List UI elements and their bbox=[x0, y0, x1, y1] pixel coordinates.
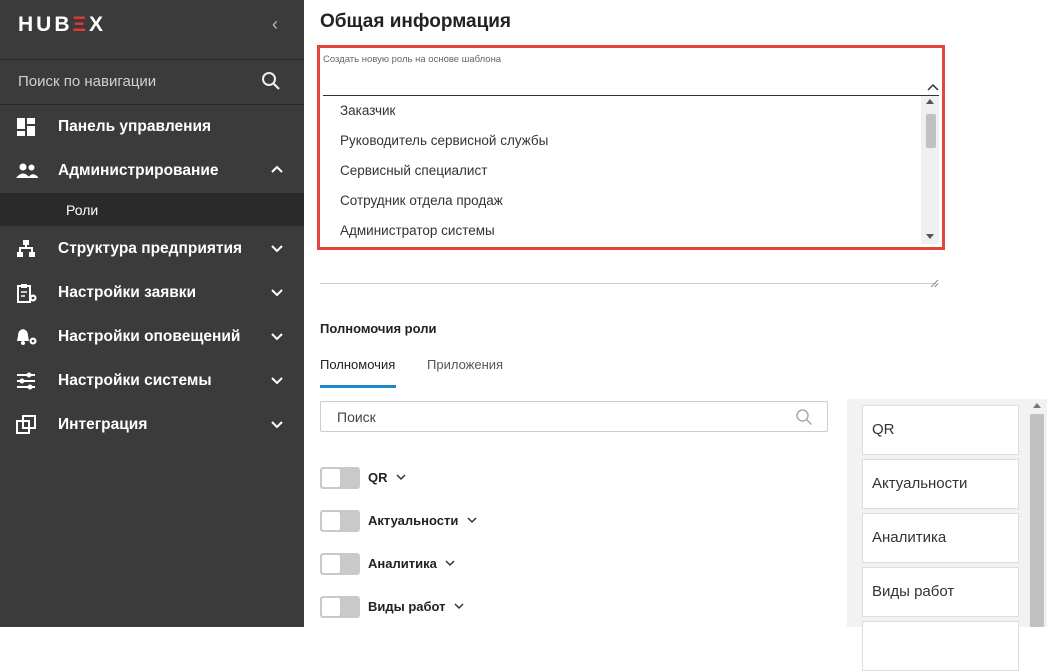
chevron-down-icon bbox=[445, 560, 455, 567]
chevron-down-icon bbox=[396, 474, 406, 481]
toggle-knob bbox=[322, 512, 340, 530]
sidebar-item-integration[interactable]: Интеграция bbox=[0, 403, 304, 447]
scrollbar-thumb[interactable] bbox=[926, 114, 936, 148]
main-content: Общая информация Создать новую роль на о… bbox=[304, 0, 1062, 671]
template-select-label: Создать новую роль на основе шаблона bbox=[323, 54, 502, 65]
search-placeholder: Поиск bbox=[337, 409, 376, 425]
bell-gear-icon bbox=[16, 327, 37, 347]
permission-label[interactable]: Актуальности bbox=[368, 513, 478, 528]
chevron-down-icon bbox=[467, 517, 477, 524]
sidebar-item-label: Структура предприятия bbox=[58, 240, 243, 257]
dropdown-option[interactable]: Сервисный специалист bbox=[323, 156, 921, 186]
page-title: Общая информация bbox=[320, 11, 512, 32]
chevron-up-icon[interactable] bbox=[927, 79, 939, 97]
search-icon[interactable] bbox=[795, 408, 813, 431]
category-list-scrollbar[interactable] bbox=[1030, 414, 1044, 627]
toggle-knob bbox=[322, 469, 340, 487]
tab-permissions[interactable]: Полномочия bbox=[320, 357, 395, 372]
nav-search-label: Поиск по навигации bbox=[18, 73, 157, 90]
integration-icon bbox=[16, 415, 36, 435]
scroll-down-arrow-icon[interactable] bbox=[926, 234, 934, 239]
permission-toggle[interactable] bbox=[320, 467, 360, 489]
hierarchy-icon bbox=[16, 239, 36, 259]
category-card[interactable]: QR bbox=[862, 405, 1019, 455]
category-card[interactable]: Виды работ bbox=[862, 567, 1019, 617]
sidebar-item-notification-settings[interactable]: Настройки оповещений bbox=[0, 315, 304, 359]
chevron-up-icon[interactable] bbox=[270, 163, 284, 182]
sidebar-item-request-settings[interactable]: Настройки заявки bbox=[0, 271, 304, 315]
nav-search[interactable]: Поиск по навигации bbox=[0, 60, 304, 104]
sidebar-item-label: Администрирование bbox=[58, 162, 219, 179]
chevron-down-icon[interactable] bbox=[270, 329, 284, 348]
users-icon bbox=[16, 161, 38, 181]
chevron-down-icon[interactable] bbox=[270, 285, 284, 304]
dropdown-option[interactable]: Администратор системы bbox=[323, 216, 921, 244]
permission-toggle[interactable] bbox=[320, 553, 360, 575]
sidebar: HUBΞX ‹ Поиск по навигации Панель управл… bbox=[0, 0, 304, 627]
sidebar-item-structure[interactable]: Структура предприятия bbox=[0, 227, 304, 271]
permission-toggle[interactable] bbox=[320, 510, 360, 532]
sidebar-item-dashboard[interactable]: Панель управления bbox=[0, 105, 304, 149]
scroll-up-arrow-icon[interactable] bbox=[926, 99, 934, 104]
chevron-down-icon[interactable] bbox=[270, 417, 284, 436]
collapse-sidebar-icon[interactable]: ‹ bbox=[272, 14, 278, 35]
chevron-down-icon[interactable] bbox=[270, 241, 284, 260]
chevron-down-icon bbox=[454, 603, 464, 610]
dropdown-option[interactable]: Заказчик bbox=[323, 96, 921, 126]
sidebar-item-label: Настройки оповещений bbox=[58, 328, 241, 345]
sidebar-subitem-label: Роли bbox=[66, 202, 99, 218]
sidebar-item-label: Настройки заявки bbox=[58, 284, 197, 301]
search-icon[interactable] bbox=[261, 71, 281, 96]
category-card[interactable] bbox=[862, 621, 1019, 671]
permission-toggle[interactable] bbox=[320, 596, 360, 618]
dropdown-scrollbar[interactable] bbox=[921, 96, 939, 244]
hubex-logo[interactable]: HUBΞX bbox=[18, 13, 106, 37]
sidebar-item-label: Панель управления bbox=[58, 118, 212, 135]
tab-applications[interactable]: Приложения bbox=[427, 357, 503, 372]
sidebar-item-label: Настройки системы bbox=[58, 372, 212, 389]
sidebar-item-label: Интеграция bbox=[58, 416, 148, 433]
dropdown-option[interactable]: Сотрудник отдела продаж bbox=[323, 186, 921, 216]
sidebar-subitem-roles[interactable]: Роли bbox=[0, 193, 304, 226]
sidebar-item-administration[interactable]: Администрирование bbox=[0, 149, 304, 193]
clipboard-gear-icon bbox=[16, 283, 37, 303]
dropdown-option[interactable]: Руководитель сервисной службы bbox=[323, 126, 921, 156]
scroll-up-arrow-icon[interactable] bbox=[1033, 403, 1041, 408]
description-textarea-border[interactable] bbox=[320, 283, 936, 284]
active-tab-indicator bbox=[320, 385, 396, 388]
permission-category-list: QR Актуальности Аналитика Виды работ bbox=[847, 399, 1047, 671]
dashboard-icon bbox=[16, 117, 36, 137]
template-select[interactable]: Создать новую роль на основе шаблона bbox=[323, 51, 939, 96]
permission-label[interactable]: Виды работ bbox=[368, 599, 465, 614]
resize-grip-icon[interactable] bbox=[930, 275, 939, 293]
sliders-icon bbox=[16, 371, 36, 391]
sidebar-item-system-settings[interactable]: Настройки системы bbox=[0, 359, 304, 403]
toggle-knob bbox=[322, 555, 340, 573]
permissions-section-title: Полномочия роли bbox=[320, 321, 437, 336]
chevron-down-icon[interactable] bbox=[270, 373, 284, 392]
template-options-list: Заказчик Руководитель сервисной службы С… bbox=[323, 96, 939, 244]
toggle-knob bbox=[322, 598, 340, 616]
permissions-search-input[interactable]: Поиск bbox=[320, 401, 828, 432]
permission-label[interactable]: QR bbox=[368, 470, 407, 485]
permission-label[interactable]: Аналитика bbox=[368, 556, 456, 571]
category-card[interactable]: Актуальности bbox=[862, 459, 1019, 509]
category-card[interactable]: Аналитика bbox=[862, 513, 1019, 563]
template-dropdown-highlight: Создать новую роль на основе шаблона Зак… bbox=[317, 45, 945, 250]
